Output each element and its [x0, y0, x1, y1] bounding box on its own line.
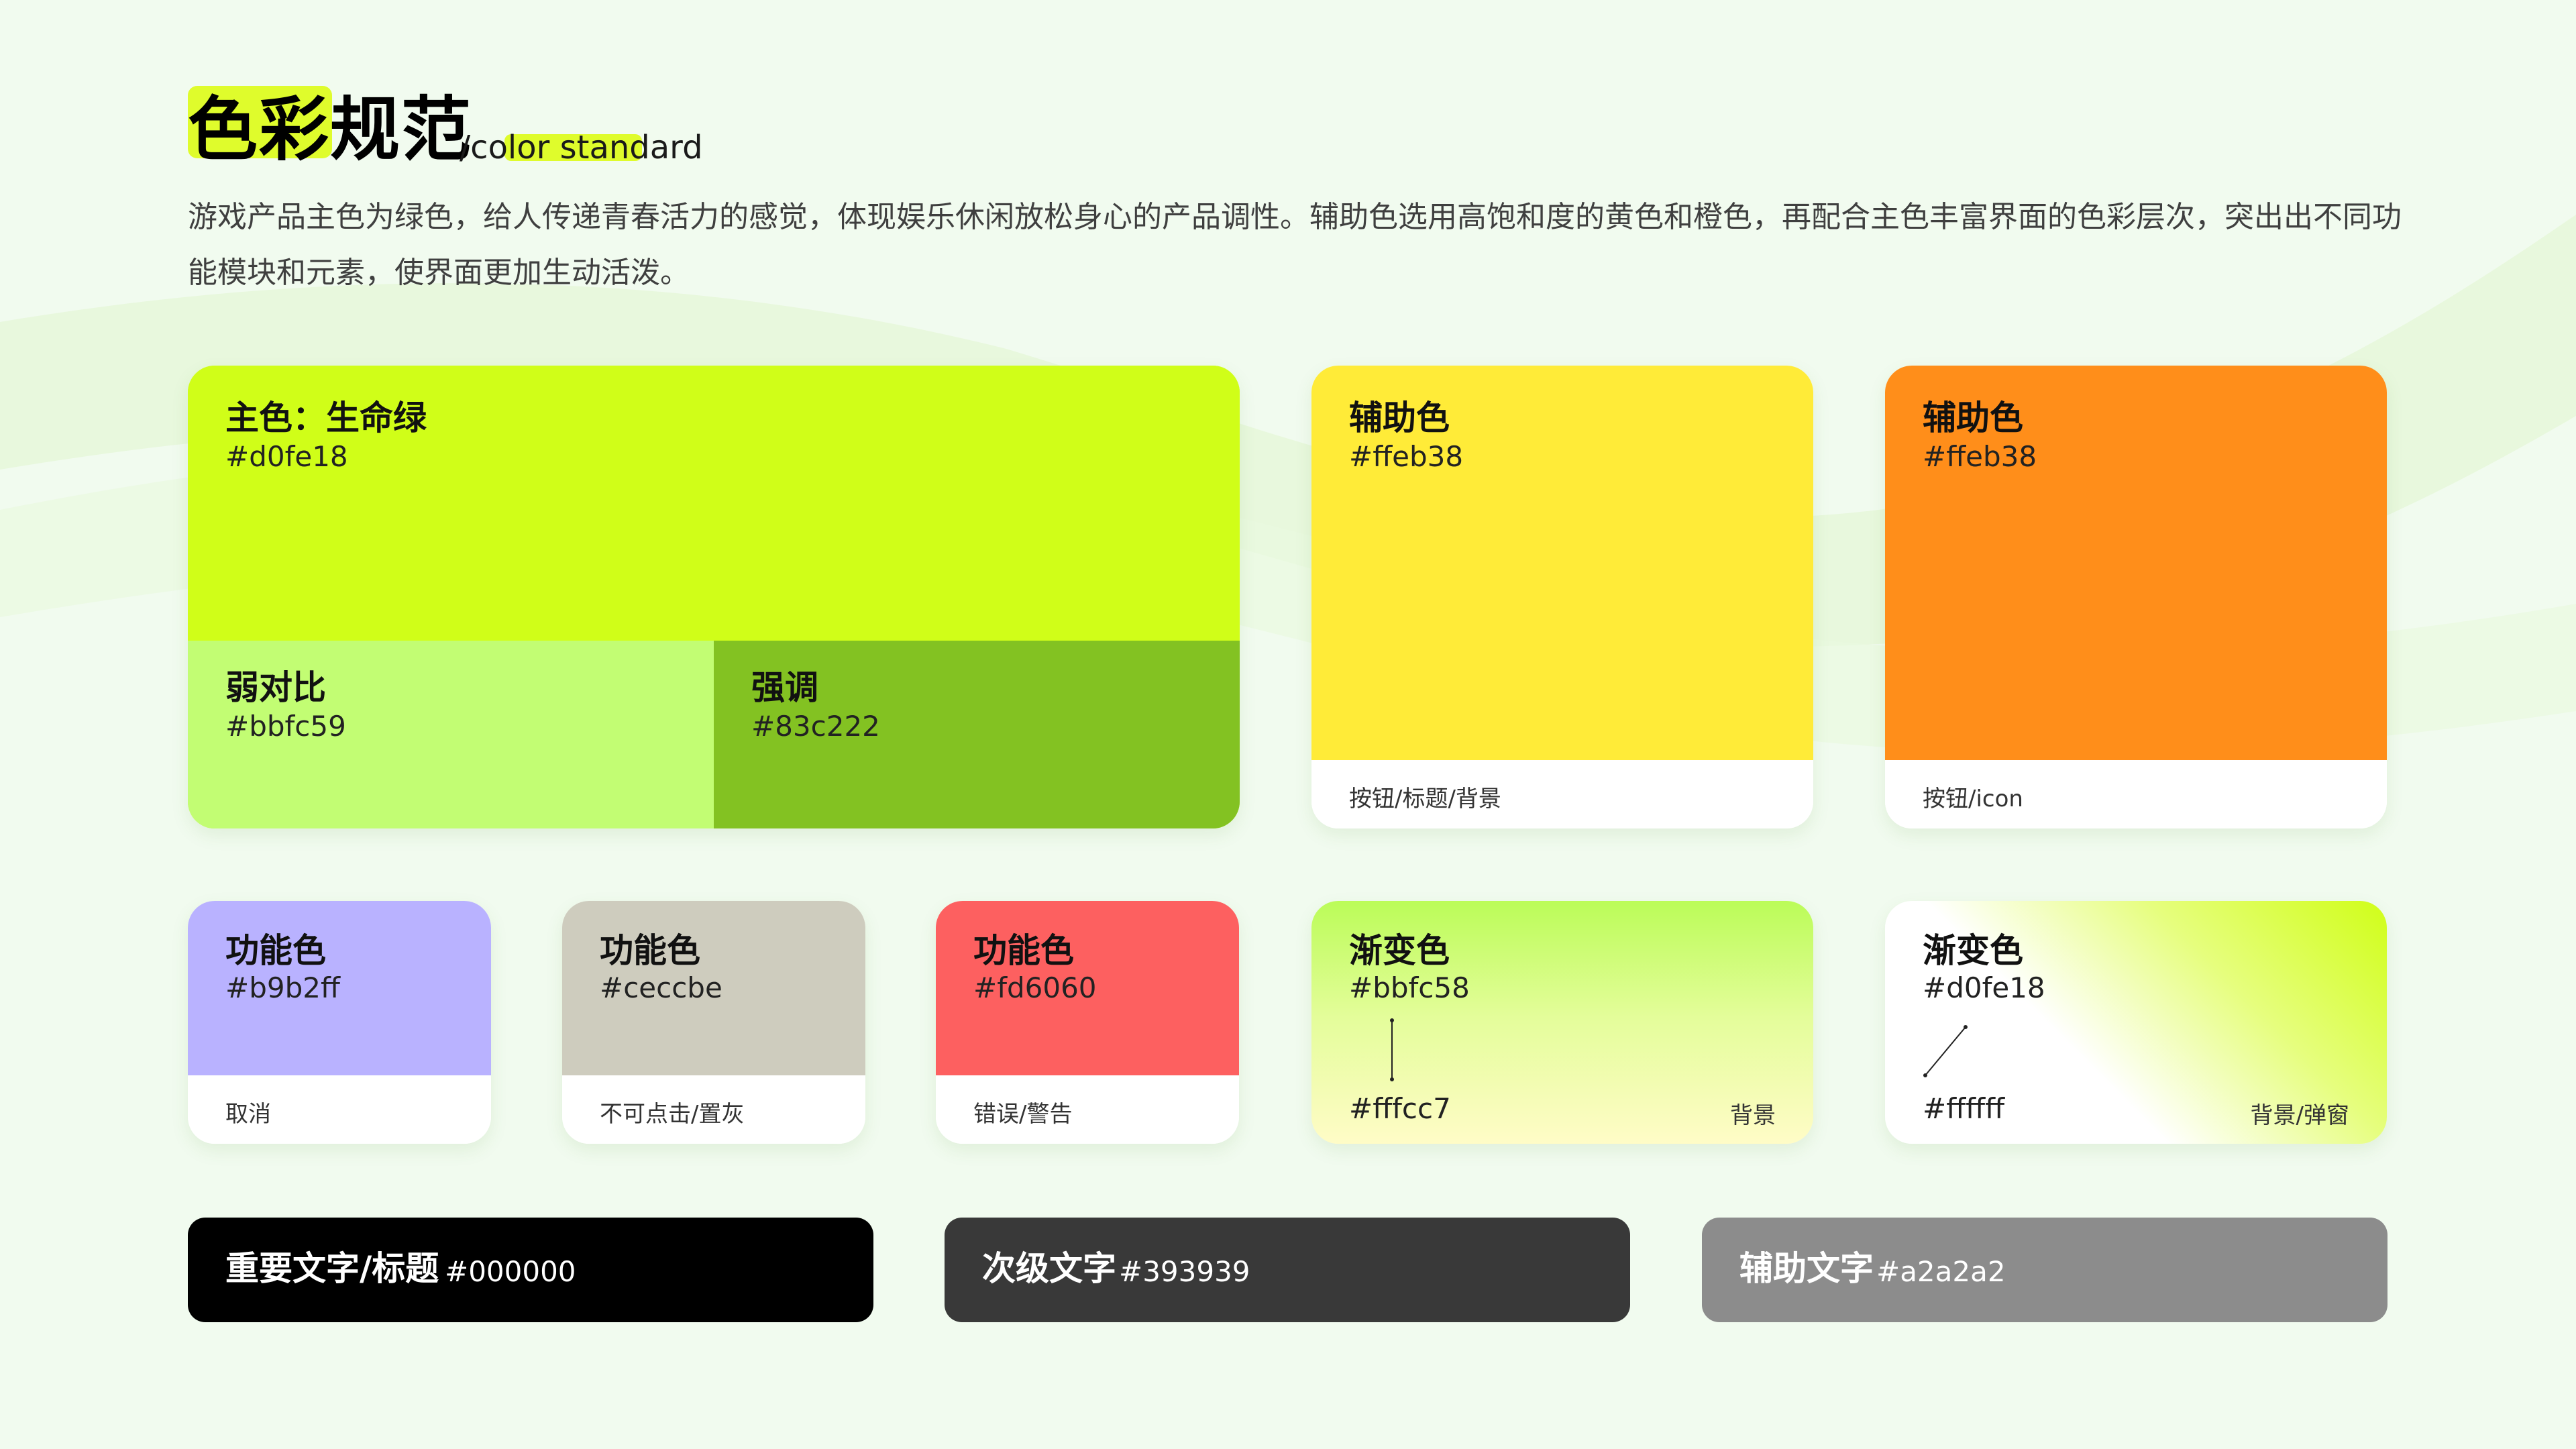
auxiliary-yellow-name: 辅助色 [1349, 398, 1450, 437]
gradient-green-usage: 背景 [1730, 1102, 1776, 1129]
auxiliary-yellow-card: 辅助色 #ffeb38 按钮/标题/背景 [1311, 366, 1813, 828]
functional-red-name: 功能色 [973, 931, 1074, 970]
gradient-green-card: 渐变色 #bbfc58 #fffcc7 背景 [1311, 901, 1813, 1144]
gradient-vertical-arrow-icon [1390, 1018, 1394, 1081]
primary-color-card: 主色：生命绿 #d0fe18 弱对比 #bbfc59 强调 #83c222 [188, 366, 1240, 828]
functional-gray-usage: 不可点击/置灰 [600, 1101, 745, 1128]
functional-red-usage: 错误/警告 [973, 1101, 1073, 1128]
functional-gray-card: 功能色 #ceccbe 不可点击/置灰 [562, 901, 865, 1144]
text-color-secondary-name: 次级文字 [982, 1249, 1116, 1288]
primary-weak-hex: #bbfc59 [225, 710, 346, 743]
primary-emphasis-name: 强调 [751, 668, 818, 707]
functional-purple-name: 功能色 [225, 931, 326, 970]
functional-purple-card: 功能色 #b9b2ff 取消 [188, 901, 491, 1144]
text-color-secondary-bar: 次级文字 #393939 [945, 1218, 1630, 1322]
gradient-white-card: 渐变色 #d0fe18 #ffffff 背景/弹窗 [1885, 901, 2387, 1144]
primary-main-name: 主色：生命绿 [225, 398, 427, 437]
auxiliary-yellow-swatch: 辅助色 #ffeb38 [1311, 366, 1813, 760]
functional-red-swatch: 功能色 #fd6060 [936, 901, 1239, 1075]
gradient-green-name: 渐变色 [1349, 931, 1450, 970]
functional-purple-hex: #b9b2ff [225, 971, 340, 1004]
auxiliary-orange-name: 辅助色 [1923, 398, 2023, 437]
primary-weak-name: 弱对比 [225, 668, 326, 707]
gradient-white-name: 渐变色 [1923, 931, 2023, 970]
auxiliary-yellow-footer: 按钮/标题/背景 [1311, 760, 1813, 828]
primary-main-swatch: 主色：生命绿 #d0fe18 [188, 366, 1240, 641]
auxiliary-yellow-hex: #ffeb38 [1349, 440, 1464, 473]
functional-purple-usage: 取消 [225, 1101, 271, 1128]
functional-gray-name: 功能色 [600, 931, 700, 970]
text-color-primary-bar: 重要文字/标题 #000000 [188, 1218, 873, 1322]
functional-purple-swatch: 功能色 #b9b2ff [188, 901, 491, 1075]
text-color-auxiliary-hex: #a2a2a2 [1876, 1255, 2006, 1288]
auxiliary-orange-card: 辅助色 #ffeb38 按钮/icon [1885, 366, 2387, 828]
primary-emphasis-swatch: 强调 #83c222 [714, 641, 1240, 828]
gradient-green-end-hex: #fffcc7 [1349, 1092, 1451, 1125]
page-subtitle: /color standard [460, 129, 703, 166]
text-color-primary-hex: #000000 [445, 1255, 576, 1288]
text-color-auxiliary-bar: 辅助文字 #a2a2a2 [1702, 1218, 2387, 1322]
gradient-green-start-hex: #bbfc58 [1349, 971, 1470, 1004]
primary-emphasis-hex: #83c222 [751, 710, 880, 743]
functional-purple-footer: 取消 [188, 1075, 491, 1144]
primary-main-hex: #d0fe18 [225, 440, 348, 473]
auxiliary-yellow-usage: 按钮/标题/背景 [1349, 786, 1501, 812]
gradient-white-usage: 背景/弹窗 [2250, 1102, 2349, 1129]
functional-gray-footer: 不可点击/置灰 [562, 1075, 865, 1144]
gradient-diagonal-arrow-icon [1923, 1025, 1968, 1077]
functional-red-card: 功能色 #fd6060 错误/警告 [936, 901, 1239, 1144]
page-title: 色彩规范 [188, 89, 473, 170]
functional-red-hex: #fd6060 [973, 971, 1097, 1004]
auxiliary-orange-footer: 按钮/icon [1885, 760, 2387, 828]
text-color-secondary-hex: #393939 [1119, 1255, 1250, 1288]
auxiliary-orange-usage: 按钮/icon [1923, 786, 2023, 812]
gradient-white-start-hex: #d0fe18 [1923, 971, 2045, 1004]
page-description: 游戏产品主色为绿色，给人传递青春活力的感觉，体现娱乐休闲放松身心的产品调性。辅助… [188, 200, 2402, 290]
auxiliary-orange-swatch: 辅助色 #ffeb38 [1885, 366, 2387, 760]
functional-gray-swatch: 功能色 #ceccbe [562, 901, 865, 1075]
gradient-white-end-hex: #ffffff [1923, 1092, 2005, 1125]
text-color-auxiliary-name: 辅助文字 [1739, 1249, 1874, 1288]
functional-gray-hex: #ceccbe [600, 971, 722, 1004]
text-color-primary-name: 重要文字/标题 [225, 1249, 439, 1288]
functional-red-footer: 错误/警告 [936, 1075, 1239, 1144]
primary-weak-swatch: 弱对比 #bbfc59 [188, 641, 714, 828]
auxiliary-orange-hex: #ffeb38 [1923, 440, 2037, 473]
